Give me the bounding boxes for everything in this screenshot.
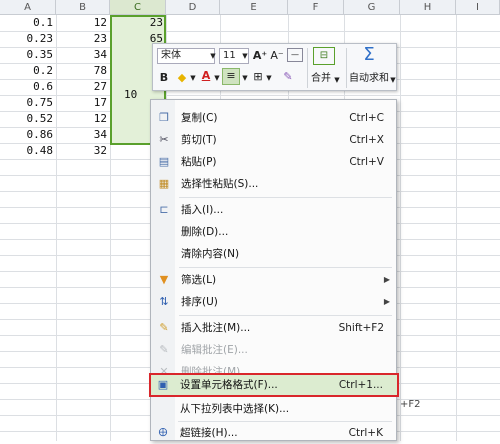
- column-header-e[interactable]: E: [220, 0, 288, 15]
- menu-item-clear[interactable]: 清除内容(N): [151, 243, 396, 265]
- clear-format-icon[interactable]: —: [287, 48, 303, 62]
- autosum-dropdown-icon[interactable]: ▼: [389, 72, 397, 88]
- column-header-g[interactable]: G: [344, 0, 400, 15]
- column-header-a[interactable]: A: [0, 0, 56, 15]
- column-header-b[interactable]: B: [56, 0, 110, 15]
- submenu-arrow-icon: ▶: [383, 275, 390, 284]
- column-header-h[interactable]: H: [400, 0, 456, 15]
- grow-font-button[interactable]: A⁺: [252, 48, 268, 64]
- hyperlink-icon: 🜨: [158, 426, 168, 439]
- column-header-i[interactable]: I: [456, 0, 500, 15]
- cell-b9[interactable]: 32: [56, 143, 110, 159]
- cell-a6[interactable]: 0.75: [0, 95, 56, 111]
- cell-b5[interactable]: 27: [56, 79, 110, 95]
- ghost-shortcut-text: +F2: [400, 399, 421, 410]
- fill-color-dropdown-icon[interactable]: ▼: [189, 70, 197, 86]
- submenu-arrow-icon: ▶: [383, 297, 390, 306]
- column-header-c[interactable]: C: [110, 0, 166, 15]
- fill-color-icon[interactable]: ◆: [174, 70, 190, 86]
- cell-a3[interactable]: 0.35: [0, 47, 56, 63]
- format-cells-icon: ▣: [157, 378, 169, 391]
- font-name-select[interactable]: 宋体: [157, 48, 215, 64]
- cell-b2[interactable]: 23: [56, 31, 110, 47]
- merge-icon[interactable]: ⊟: [313, 47, 335, 65]
- cell-a7[interactable]: 0.52: [0, 111, 56, 127]
- cell-a1[interactable]: 0.1: [0, 15, 56, 31]
- font-size-dropdown-icon[interactable]: ▼: [241, 48, 249, 64]
- filter-icon: ▼: [159, 273, 169, 286]
- align-dropdown-icon[interactable]: ▼: [241, 70, 249, 86]
- menu-item-paste[interactable]: ▤ 粘贴(P) Ctrl+V: [151, 151, 396, 173]
- shrink-font-button[interactable]: A⁻: [269, 48, 285, 64]
- insert-comment-icon: ✎: [159, 321, 169, 334]
- mini-toolbar: 宋体 ▼ 11 ▼ A⁺ A⁻ — B ◆ ▼ A ▼ ≡ ▼ ⊞ ▼ ✎ ⊟ …: [152, 43, 397, 91]
- cell-b7[interactable]: 12: [56, 111, 110, 127]
- column-header-d[interactable]: D: [166, 0, 220, 15]
- menu-item-insert[interactable]: ⊏ 插入(I)...: [151, 199, 396, 221]
- paste-special-icon: ▦: [158, 177, 170, 190]
- font-name-dropdown-icon[interactable]: ▼: [209, 48, 217, 64]
- align-center-icon: ≡: [226, 69, 236, 82]
- autosum-icon[interactable]: Σ: [359, 44, 379, 66]
- cell-a5[interactable]: 0.6: [0, 79, 56, 95]
- scissors-icon: ✂: [159, 133, 169, 146]
- edit-comment-icon: ✎: [159, 343, 169, 356]
- merge-dropdown-icon[interactable]: ▼: [333, 72, 341, 88]
- cell-c1[interactable]: 23: [110, 15, 166, 31]
- cell-a4[interactable]: 0.2: [0, 63, 56, 79]
- menu-item-paste-special[interactable]: ▦ 选择性粘贴(S)...: [151, 173, 396, 195]
- merge-label[interactable]: 合并: [311, 72, 331, 86]
- bold-button[interactable]: B: [157, 70, 171, 86]
- autosum-label[interactable]: 自动求和: [349, 72, 389, 86]
- menu-item-filter[interactable]: ▼ 筛选(L) ▶: [151, 269, 396, 291]
- border-dropdown-icon[interactable]: ▼: [265, 70, 273, 86]
- sort-icon: ⇅: [159, 295, 169, 308]
- cell-a8[interactable]: 0.86: [0, 127, 56, 143]
- cell-b4[interactable]: 78: [56, 63, 110, 79]
- font-color-icon[interactable]: A: [199, 68, 213, 84]
- insert-icon: ⊏: [159, 203, 169, 216]
- font-color-dropdown-icon[interactable]: ▼: [213, 70, 221, 86]
- format-painter-icon[interactable]: ✎: [281, 69, 295, 85]
- menu-item-delete[interactable]: 删除(D)...: [151, 221, 396, 243]
- cell-b1[interactable]: 12: [56, 15, 110, 31]
- paste-icon: ▤: [158, 155, 170, 168]
- cell-a9[interactable]: 0.48: [0, 143, 56, 159]
- menu-item-copy[interactable]: ❐ 复制(C) Ctrl+C: [151, 107, 396, 129]
- column-header-f[interactable]: F: [288, 0, 344, 15]
- cell-b3[interactable]: 34: [56, 47, 110, 63]
- border-icon[interactable]: ⊞: [251, 69, 265, 85]
- menu-item-insert-comment[interactable]: ✎ 插入批注(M)... Shift+F2: [151, 317, 396, 339]
- menu-item-pick-from-list[interactable]: 从下拉列表中选择(K)...: [150, 398, 395, 420]
- menu-item-cut[interactable]: ✂ 剪切(T) Ctrl+X: [151, 129, 396, 151]
- copy-icon: ❐: [159, 111, 169, 124]
- menu-item-edit-comment: ✎ 编辑批注(E)...: [151, 339, 396, 361]
- cell-a2[interactable]: 0.23: [0, 31, 56, 47]
- cell-b8[interactable]: 34: [56, 127, 110, 143]
- menu-item-format-cells[interactable]: ▣ 设置单元格格式(F)... Ctrl+1...: [150, 374, 395, 396]
- menu-item-sort[interactable]: ⇅ 排序(U) ▶: [151, 291, 396, 313]
- cell-b6[interactable]: 17: [56, 95, 110, 111]
